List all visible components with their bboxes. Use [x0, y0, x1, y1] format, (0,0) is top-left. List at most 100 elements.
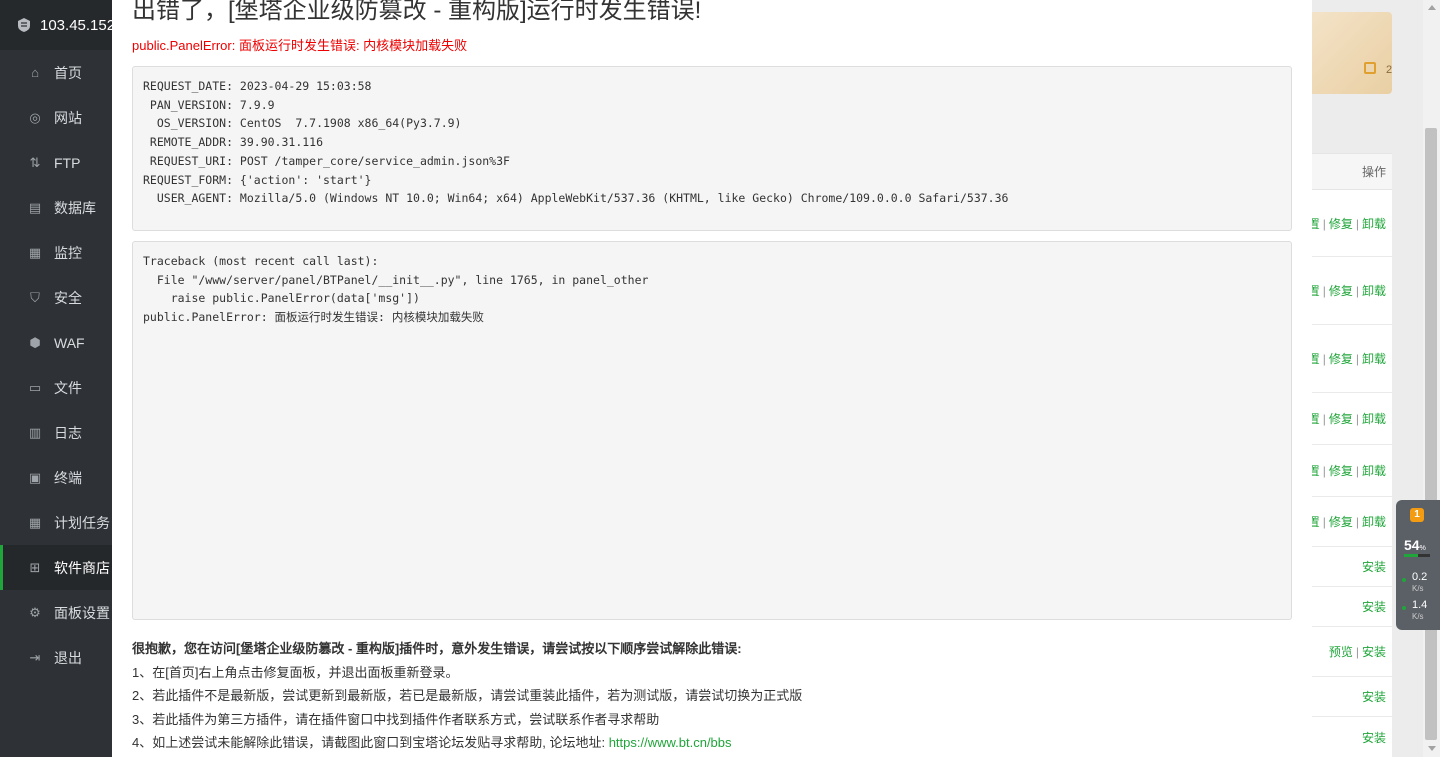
sidebar-item-label: 监控	[54, 244, 82, 261]
link-separator: |	[1322, 283, 1326, 298]
request-info-line: OS_VERSION: CentOS 7.7.1908 x86_64(Py3.7…	[143, 116, 462, 131]
help-step-2: 2、若此插件不是最新版，尝试更新到最新版，若已是最新版，请尝试重装此插件，若为测…	[132, 688, 803, 704]
sidebar: 103.45.152 ⌂ 首页 ◎ 网站 ⇅ FTP ▤ 数据库 ▦ 监控 ⛉ 安全 ⬢ WAF ▭ 文件 ▥ 日…	[0, 0, 112, 757]
sidebar-item-label: 首页	[54, 64, 82, 81]
table-row: 安装	[1312, 587, 1392, 627]
link-separator: |	[1322, 216, 1326, 231]
sidebar-item-label: 计划任务	[54, 514, 110, 531]
sidebar-item-12[interactable]: ⊞ 软件商店	[0, 545, 112, 590]
link-separator: |	[1355, 514, 1359, 529]
sidebar-item-label: FTP	[54, 154, 81, 171]
terminal-icon: ▣	[28, 469, 42, 485]
traceback-line: raise public.PanelError(data['msg'])	[143, 291, 420, 306]
row-action-link[interactable]: 卸载	[1362, 462, 1386, 479]
sidebar-item-7[interactable]: ⬢ WAF	[0, 320, 112, 365]
sidebar-item-9[interactable]: ▥ 日志	[0, 410, 112, 455]
cpu-percent: 54%	[1404, 537, 1426, 553]
grid-icon: ⊞	[29, 559, 41, 575]
home-icon: ⌂	[31, 65, 39, 80]
link-separator: |	[1355, 411, 1359, 426]
link-separator: |	[1355, 351, 1359, 366]
request-info-line: REMOTE_ADDR: 39.90.31.116	[143, 135, 324, 150]
row-action-link[interactable]: 安装	[1362, 688, 1386, 705]
row-action-link[interactable]: 安装	[1362, 558, 1386, 575]
link-separator: |	[1322, 463, 1326, 478]
folder-icon: ▭	[28, 379, 42, 395]
row-action-link[interactable]: 安装	[1362, 643, 1386, 660]
calendar-icon: ▦	[28, 514, 42, 530]
traceback-line: Traceback (most recent call last):	[143, 254, 379, 268]
ftp-icon: ⇅	[29, 154, 41, 170]
sidebar-item-1[interactable]: ⌂ 首页	[0, 50, 112, 95]
row-action-link[interactable]: 卸载	[1362, 513, 1386, 530]
row-action-link[interactable]: 卸载	[1362, 215, 1386, 232]
traceback-line: File "/www/server/panel/BTPanel/__init__…	[143, 272, 649, 287]
server-header[interactable]: 103.45.152	[0, 0, 112, 50]
table-row: 安装	[1312, 547, 1392, 587]
upload-dot-icon	[1402, 578, 1406, 582]
help-section: 很抱歉，您在访问[堡塔企业级防篡改 - 重构版]插件时，意外发生错误，请尝试按以…	[132, 637, 802, 755]
request-info-line: REQUEST_FORM: {'action': 'start'}	[143, 172, 372, 187]
error-modal: 出错了，[堡塔企业级防篡改 - 重构版]运行时发生错误! public.Pane…	[112, 0, 1312, 757]
upload-speed: 0.2 K/s	[1412, 571, 1428, 594]
request-info-box: REQUEST_DATE: 2023-04-29 15:03:58 PAN_VE…	[132, 66, 1292, 231]
link-separator: |	[1355, 463, 1359, 478]
sidebar-item-label: 安全	[54, 289, 82, 306]
row-action-link[interactable]: 修复	[1329, 462, 1353, 479]
link-separator: |	[1322, 351, 1326, 366]
gear-icon: ⚙	[29, 604, 41, 620]
row-action-link[interactable]: 卸载	[1362, 410, 1386, 427]
forum-link[interactable]: https://www.bt.cn/bbs	[609, 735, 732, 750]
sidebar-item-label: 网站	[54, 109, 82, 126]
row-action-link[interactable]: 修复	[1329, 410, 1353, 427]
row-action-link[interactable]: 安装	[1362, 598, 1386, 615]
sidebar-item-6[interactable]: ⛉ 安全	[0, 275, 112, 320]
request-info-line: PAN_VERSION: 7.9.9	[143, 97, 275, 112]
sidebar-item-11[interactable]: ▦ 计划任务	[0, 500, 112, 545]
sidebar-item-14[interactable]: ⇥ 退出	[0, 635, 112, 680]
row-action-link[interactable]: 修复	[1329, 513, 1353, 530]
sidebar-item-8[interactable]: ▭ 文件	[0, 365, 112, 410]
table-row: 置 | 修复 | 卸载	[1308, 393, 1392, 445]
help-step-1: 1、在[首页]右上角点击修复面板，并退出面板重新登录。	[132, 664, 459, 680]
monitor-icon: ▦	[28, 244, 42, 260]
scrollbar-thumb[interactable]	[1425, 128, 1437, 740]
row-action-link[interactable]: 修复	[1329, 215, 1353, 232]
card-icon	[1364, 62, 1376, 74]
sidebar-item-label: 面板设置	[54, 604, 110, 621]
sidebar-item-2[interactable]: ◎ 网站	[0, 95, 112, 140]
cpu-bar	[1404, 554, 1430, 557]
log-icon: ▥	[28, 424, 42, 440]
request-info-line: REQUEST_URI: POST /tamper_core/service_a…	[143, 153, 510, 168]
scroll-down-arrow-icon[interactable]	[1428, 746, 1436, 751]
card-text: 2	[1386, 64, 1393, 76]
row-action-link[interactable]: 卸载	[1362, 350, 1386, 367]
traceback-line: public.PanelError: 面板运行时发生错误: 内核模块加载失败	[143, 310, 484, 325]
scroll-up-arrow-icon[interactable]	[1428, 5, 1436, 10]
table-header-actions: 操作	[1312, 154, 1392, 190]
sidebar-item-13[interactable]: ⚙ 面板设置	[0, 590, 112, 635]
cpu-bar-fill	[1404, 554, 1419, 557]
sidebar-item-3[interactable]: ⇅ FTP	[0, 140, 112, 185]
sidebar-item-label: WAF	[54, 334, 85, 351]
sidebar-item-5[interactable]: ▦ 监控	[0, 230, 112, 275]
sidebar-item-4[interactable]: ▤ 数据库	[0, 185, 112, 230]
link-separator: |	[1322, 514, 1326, 529]
table-row: 预览 | 安装	[1312, 627, 1392, 677]
monitor-widget[interactable]: 1 54% 0.2 K/s 1.4 K/s	[1396, 500, 1440, 630]
table-row: 置 | 修复 | 卸载	[1308, 445, 1392, 497]
error-subtitle: public.PanelError: 面板运行时发生错误: 内核模块加载失败	[132, 38, 468, 53]
row-action-link[interactable]: 修复	[1329, 350, 1353, 367]
sidebar-item-10[interactable]: ▣ 终端	[0, 455, 112, 500]
help-step-3: 3、若此插件为第三方插件，请在插件窗口中找到插件作者联系方式，尝试联系作者寻求帮…	[132, 711, 660, 727]
link-separator: |	[1355, 216, 1359, 231]
table-row: 置 | 修复 | 卸载	[1308, 325, 1392, 393]
notification-badge[interactable]: 1	[1410, 508, 1424, 522]
request-info-line: USER_AGENT: Mozilla/5.0 (Windows NT 10.0…	[143, 191, 1009, 206]
row-action-link[interactable]: 预览	[1329, 643, 1353, 660]
table-row: 安装	[1312, 677, 1392, 717]
sidebar-item-label: 软件商店	[54, 559, 110, 576]
row-action-link[interactable]: 卸载	[1362, 282, 1386, 299]
row-action-link[interactable]: 安装	[1362, 729, 1386, 746]
row-action-link[interactable]: 修复	[1329, 282, 1353, 299]
